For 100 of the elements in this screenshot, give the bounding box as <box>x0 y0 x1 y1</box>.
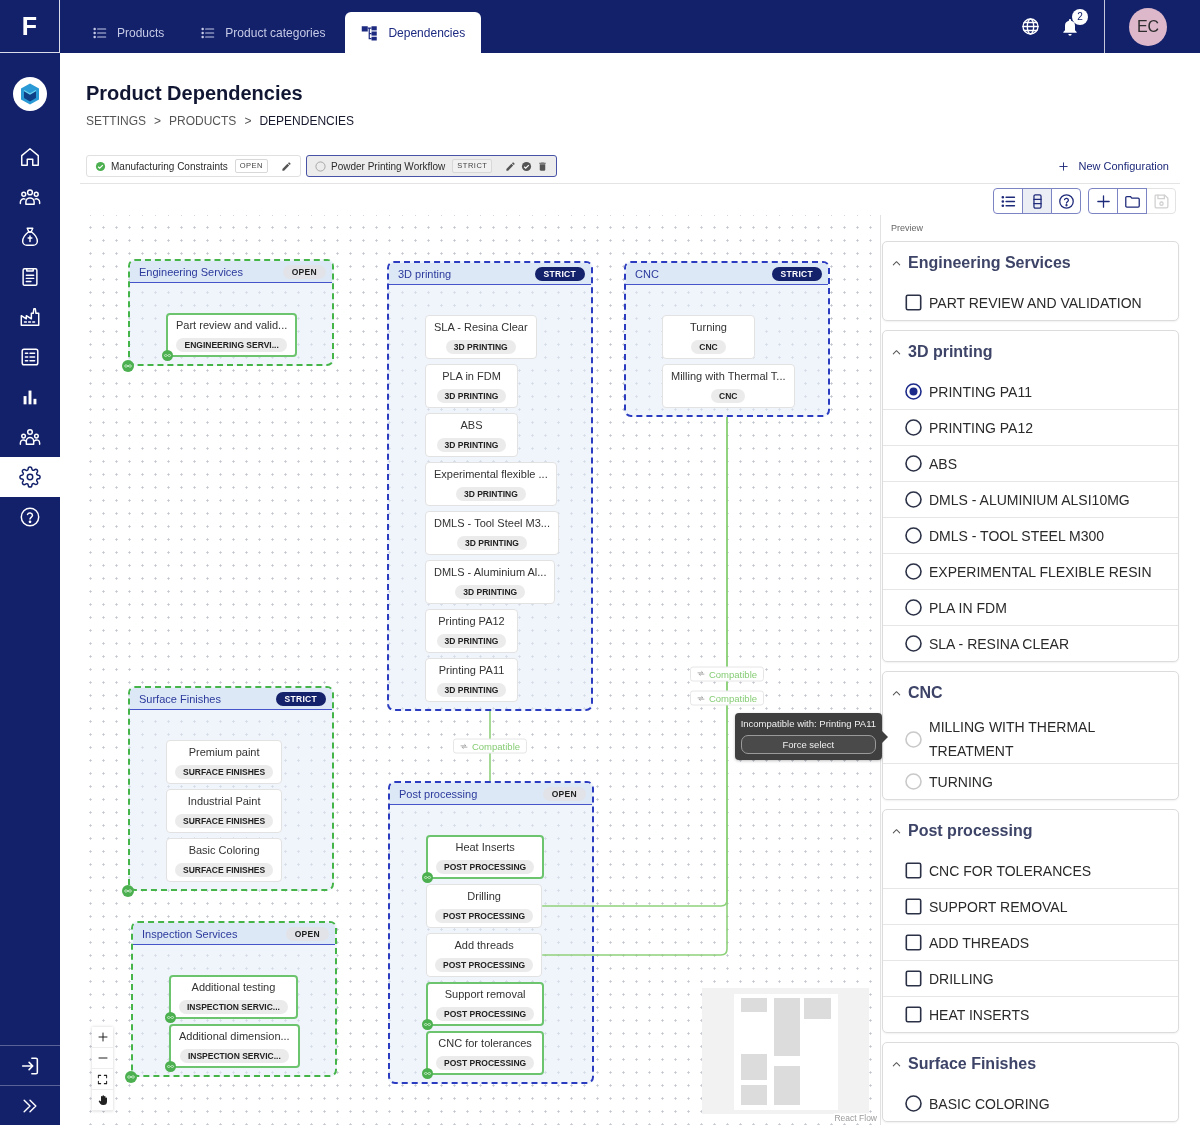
checkbox[interactable] <box>905 898 922 915</box>
product-node[interactable]: Turning CNC <box>662 315 755 359</box>
node-title: Basic Coloring <box>188 843 260 857</box>
category-pill: POST PROCESSING <box>435 957 534 972</box>
node-title: ABS <box>460 418 483 432</box>
option-label: CNC FOR TOLERANCES <box>929 861 1093 881</box>
product-node[interactable]: Drilling POST PROCESSING <box>426 884 543 928</box>
node-title: Add threads <box>454 938 514 952</box>
section-header[interactable]: Post processing <box>883 810 1178 852</box>
checkbox[interactable] <box>905 1006 922 1023</box>
node-title: Turning <box>690 320 727 334</box>
breadcrumb-separator: > <box>244 113 252 129</box>
edge-label-text: Compatible <box>708 668 758 679</box>
mode-badge: STRICT <box>771 266 822 281</box>
mode-badge: STRICT <box>534 266 585 281</box>
nav-tab[interactable]: Product categories <box>184 12 342 53</box>
product-node[interactable]: Printing PA12 3D PRINTING <box>425 609 518 653</box>
checkbox[interactable] <box>905 862 922 879</box>
delete-button[interactable] <box>537 160 549 172</box>
page-title: Product Dependencies <box>86 81 303 106</box>
product-node[interactable]: Industrial Paint SURFACE FINISHES <box>166 789 283 833</box>
edge-label-text: Compatible <box>471 740 521 752</box>
node-title: Support removal <box>444 987 526 1001</box>
product-node[interactable]: Milling with Thermal T... CNC <box>662 364 795 408</box>
settings-icon <box>19 466 41 488</box>
mode-badge: STRICT <box>275 691 326 706</box>
category-pill: 3D PRINTING <box>436 388 507 403</box>
radio-button[interactable] <box>905 635 922 652</box>
section-header[interactable]: Surface Finishes <box>883 1043 1178 1085</box>
section-header[interactable]: 3D printing <box>883 331 1178 373</box>
breadcrumb-link[interactable]: PRODUCTS <box>169 113 237 129</box>
zoom-in-button[interactable] <box>92 1027 113 1048</box>
panel-label: Preview <box>891 222 924 234</box>
minimap-node <box>774 998 800 1056</box>
node-title: SLA - Resina Clear <box>434 320 528 334</box>
node-title: Printing PA11 <box>438 663 505 677</box>
plus-icon <box>96 1031 109 1043</box>
checkbox[interactable] <box>905 970 922 987</box>
radio-button[interactable] <box>905 491 922 508</box>
product-node[interactable]: DMLS - Tool Steel M3... 3D PRINTING <box>425 511 559 555</box>
save-icon <box>1152 192 1170 210</box>
node-title: Premium paint <box>188 745 260 759</box>
category-pill: INSPECTION SERVIC... <box>179 999 288 1014</box>
radio-button[interactable] <box>905 527 922 544</box>
minimap-node <box>741 1085 767 1105</box>
section-header[interactable]: Engineering Services <box>883 242 1178 284</box>
help-button[interactable] <box>1051 188 1081 214</box>
product-node[interactable]: Premium paint SURFACE FINISHES <box>166 740 283 784</box>
product-node[interactable]: Printing PA11 3D PRINTING <box>425 658 518 702</box>
minimap-node <box>741 998 767 1012</box>
product-node[interactable]: Add threads POST PROCESSING <box>426 933 543 977</box>
money-bag-icon <box>19 226 41 248</box>
add-button[interactable] <box>1088 188 1118 214</box>
nav-tab[interactable]: Products <box>76 12 181 53</box>
edit-button[interactable] <box>505 160 517 172</box>
category-pill: 3D PRINTING <box>436 633 507 648</box>
activate-button[interactable] <box>521 160 533 172</box>
product-node[interactable]: PLA in FDM 3D PRINTING <box>425 364 518 408</box>
nav-tab[interactable]: Dependencies <box>345 12 482 53</box>
handle-icon <box>422 1019 433 1030</box>
column-view-button[interactable] <box>1022 188 1052 214</box>
option-label: BASIC COLORING <box>929 1094 1051 1114</box>
swap-arrows-icon <box>696 669 705 678</box>
category-pill: SURFACE FINISHES <box>175 862 274 877</box>
option-label: PRINTING PA11 <box>929 382 1033 402</box>
option-label: PART REVIEW AND VALIDATION <box>929 293 1143 313</box>
radio-button[interactable] <box>905 455 922 472</box>
radio-button[interactable] <box>905 563 922 580</box>
globe-icon <box>1020 17 1040 36</box>
option-label: EXPERIMENTAL FLEXIBLE RESIN <box>929 562 1153 582</box>
list-view-button[interactable] <box>993 188 1023 214</box>
category-pill: INSPECTION SERVIC... <box>179 1048 289 1063</box>
category-pill: POST PROCESSING <box>436 1055 535 1070</box>
category-pill: POST PROCESSING <box>435 908 534 923</box>
handle-icon <box>422 1068 433 1079</box>
avatar-button[interactable]: EC <box>1129 7 1167 46</box>
radio-button[interactable] <box>905 1095 922 1112</box>
radio-button[interactable] <box>905 383 922 400</box>
breadcrumb-separator: > <box>154 113 162 129</box>
product-node[interactable]: Basic Coloring SURFACE FINISHES <box>166 838 283 882</box>
radio-button[interactable] <box>905 419 922 436</box>
edit-button[interactable] <box>281 160 292 172</box>
option-label: DMLS - ALUMINIUM ALSI10MG <box>929 490 1131 510</box>
fit-view-button[interactable] <box>92 1069 113 1090</box>
nav-button[interactable] <box>0 457 60 497</box>
checkbox[interactable] <box>905 294 922 311</box>
checkbox[interactable] <box>905 934 922 951</box>
force-select-button[interactable]: Force select <box>740 735 876 754</box>
group-title: Post processing <box>399 787 478 800</box>
product-node[interactable]: Experimental flexible ... 3D PRINTING <box>425 462 557 506</box>
product-node[interactable]: ABS 3D PRINTING <box>425 413 518 457</box>
radio-button[interactable] <box>905 599 922 616</box>
notification-badge: 2 <box>1072 8 1088 25</box>
section-header[interactable]: CNC <box>883 672 1178 714</box>
product-node[interactable]: DMLS - Aluminium Al... 3D PRINTING <box>425 560 556 604</box>
breadcrumb-link[interactable]: SETTINGS <box>86 113 146 129</box>
new-configuration-button[interactable]: New Configuration <box>1057 160 1169 172</box>
pan-button[interactable] <box>92 1090 113 1111</box>
open-button[interactable] <box>1117 188 1147 214</box>
product-node[interactable]: SLA - Resina Clear 3D PRINTING <box>425 315 537 359</box>
